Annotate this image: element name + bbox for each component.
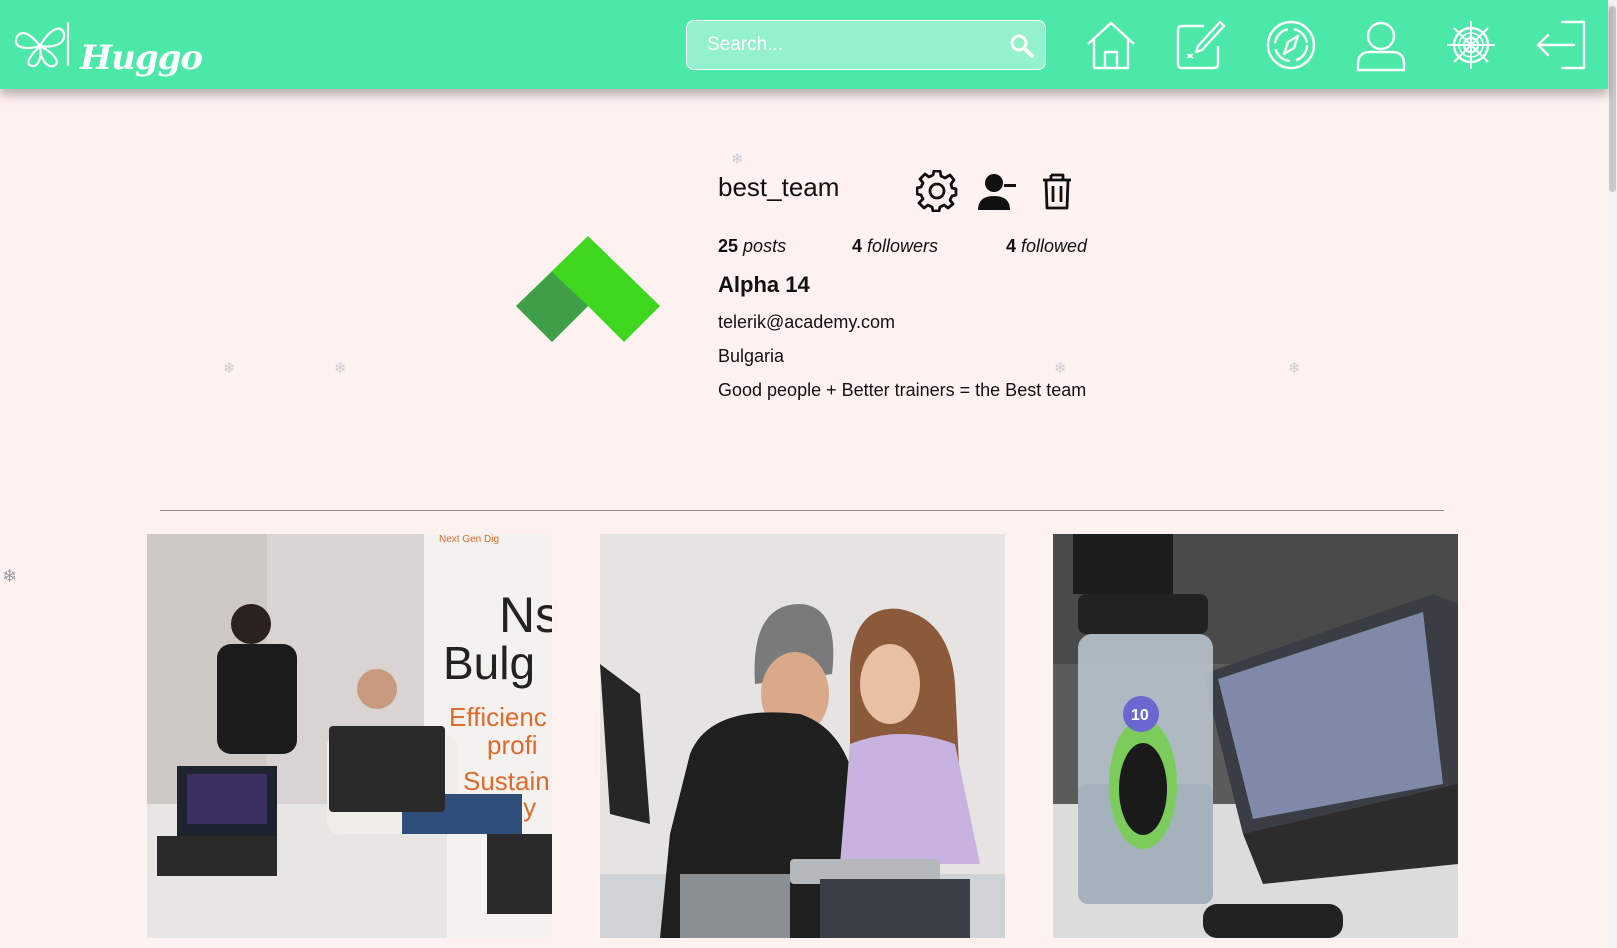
search-box[interactable]: [686, 20, 1046, 70]
profile-full-name: Alpha 14: [718, 272, 810, 297]
snowflake-icon: ❄: [2, 566, 18, 586]
post-photo-team-working: Next Gen Dig Ns Bulg Efficienc profi Sus…: [147, 534, 552, 938]
search-icon[interactable]: [1009, 33, 1035, 59]
followed-stat[interactable]: 4 followed: [1006, 236, 1087, 257]
post-thumbnail[interactable]: 10: [1053, 534, 1458, 938]
gear-icon[interactable]: [915, 169, 958, 213]
post-photo-water-bottle: 10: [1053, 534, 1458, 938]
followers-label: followers: [867, 236, 939, 256]
huggo-logo[interactable]: Huggo: [10, 16, 203, 78]
snowflake-icon: ❄: [334, 360, 347, 377]
follow-user-icon[interactable]: [976, 170, 1018, 212]
poster-text: Next Gen Dig: [439, 534, 499, 545]
search-input[interactable]: [687, 21, 1045, 69]
posts-count: 25: [718, 236, 739, 256]
poster-text: Bulg: [443, 637, 535, 689]
profile-bio: Good people + Better trainers = the Best…: [718, 380, 1087, 400]
create-post-icon[interactable]: [1174, 18, 1228, 72]
snowflake-icon: ❄: [731, 151, 744, 168]
followers-stat[interactable]: 4 followers: [852, 236, 938, 257]
snowflake-icon: ❄: [1054, 360, 1067, 377]
trash-icon[interactable]: [1036, 170, 1078, 212]
post-thumbnail[interactable]: [600, 534, 1005, 938]
snowflake-icon: ❄: [223, 360, 236, 377]
logo-text: Huggo: [80, 38, 203, 78]
posts-label: posts: [743, 236, 787, 256]
section-divider: [160, 510, 1444, 511]
home-icon[interactable]: [1084, 18, 1138, 72]
post-photo-two-people-laptop: [600, 534, 1005, 938]
profile-country: Bulgaria: [718, 346, 785, 366]
settings-wheel-icon[interactable]: [1444, 18, 1498, 72]
top-navigation-bar: Huggo: [0, 0, 1608, 89]
bottle-badge-text: 10: [1131, 707, 1149, 724]
scrollbar-thumb[interactable]: [1609, 6, 1616, 192]
poster-text: Efficienc: [449, 702, 547, 732]
followed-label: followed: [1021, 236, 1088, 256]
followers-count: 4: [852, 236, 863, 256]
post-thumbnail[interactable]: Next Gen Dig Ns Bulg Efficienc profi Sus…: [147, 534, 552, 938]
followed-count: 4: [1006, 236, 1017, 256]
posts-stat[interactable]: 25 posts: [718, 236, 786, 257]
logout-icon[interactable]: [1534, 18, 1588, 72]
profile-avatar: [512, 234, 662, 350]
snowflake-icon: ❄: [1288, 360, 1301, 377]
profile-icon[interactable]: [1354, 18, 1408, 72]
profile-email: telerik@academy.com: [718, 312, 895, 332]
explore-compass-icon[interactable]: [1264, 18, 1318, 72]
profile-username: best_team: [718, 172, 840, 202]
poster-text: profi: [487, 730, 538, 760]
poster-text: Ns: [499, 587, 552, 643]
